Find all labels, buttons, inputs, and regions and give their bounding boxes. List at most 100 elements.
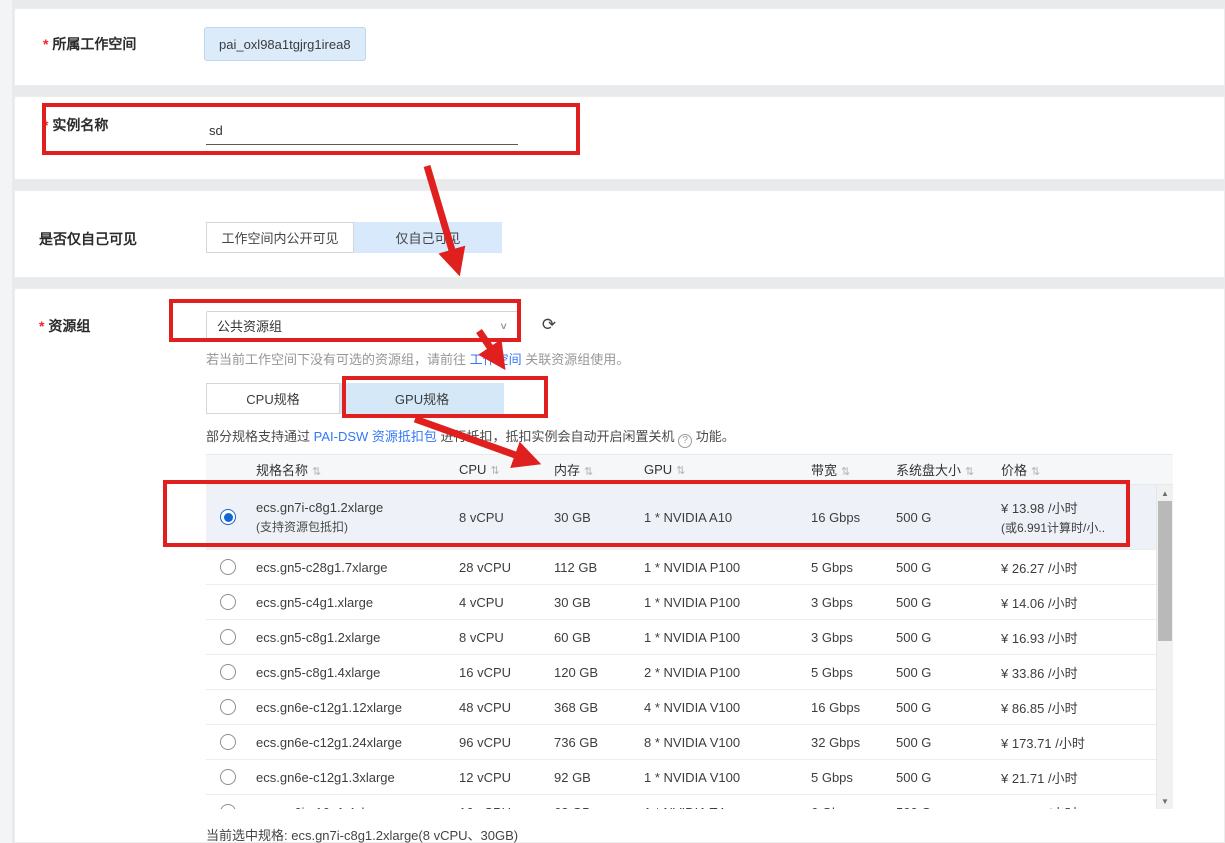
spec-type-tabs: CPU规格 GPU规格: [206, 383, 504, 414]
cell-bandwidth: 5 Gbps: [811, 770, 896, 785]
spec-name-note: (支持资源包抵扣): [256, 518, 453, 535]
table-row[interactable]: ecs.gn5-c8g1.2xlarge 8 vCPU 60 GB 1 * NV…: [206, 620, 1173, 655]
table-row[interactable]: ecs.gn6e-c12g1.24xlarge 96 vCPU 736 GB 8…: [206, 725, 1173, 760]
cell-disk: 500 G: [896, 770, 1001, 785]
radio-unselected[interactable]: [220, 734, 236, 750]
cell-memory: 92 GB: [554, 770, 644, 785]
scrollbar-thumb[interactable]: [1158, 501, 1172, 641]
table-row[interactable]: ecs.gn5-c8g1.4xlarge 16 vCPU 120 GB 2 * …: [206, 655, 1173, 690]
sort-icon[interactable]: ⇅: [676, 465, 685, 477]
table-row[interactable]: ecs.gn5-c28g1.7xlarge 28 vCPU 112 GB 1 *…: [206, 550, 1173, 585]
cell-bandwidth: 3 Gbps: [811, 630, 896, 645]
cell-bandwidth: 32 Gbps: [811, 735, 896, 750]
cell-gpu: 1 * NVIDIA P100: [644, 630, 811, 645]
cell-disk: 500 G: [896, 630, 1001, 645]
cell-bandwidth: 5 Gbps: [811, 560, 896, 575]
spec-name: ecs.gn5-c8g1.2xlarge: [256, 630, 459, 645]
cell-gpu: 1 * NVIDIA T4: [644, 805, 811, 810]
cell-cpu: 4 vCPU: [459, 595, 554, 610]
spec-name: ecs.gn5-c4g1.xlarge: [256, 595, 459, 610]
cell-memory: 112 GB: [554, 560, 644, 575]
table-row[interactable]: ecs.gn7i-c8g1.2xlarge(支持资源包抵扣) 8 vCPU 30…: [206, 485, 1173, 550]
tab-gpu-spec[interactable]: GPU规格: [340, 383, 504, 414]
radio-unselected[interactable]: [220, 804, 236, 809]
page-left-gutter: [0, 0, 12, 843]
visibility-option-private[interactable]: 仅自己可见: [354, 222, 502, 253]
spec-name: ecs.gn6i-c16g1.4xlarge: [256, 805, 459, 810]
radio-unselected[interactable]: [220, 629, 236, 645]
cell-bandwidth: 16 Gbps: [811, 700, 896, 715]
table-row[interactable]: ecs.gn5-c4g1.xlarge 4 vCPU 30 GB 1 * NVI…: [206, 585, 1173, 620]
sort-icon[interactable]: ⇅: [965, 466, 974, 478]
cell-disk: 500 G: [896, 805, 1001, 810]
cell-disk: 500 G: [896, 510, 1001, 525]
resource-group-select[interactable]: 公共资源组 ∨: [206, 311, 519, 340]
visibility-label: 是否仅自己可见: [39, 229, 137, 249]
cell-price: ¥ 173.71 /小时: [1001, 733, 1173, 752]
cell-cpu: 16 vCPU: [459, 805, 554, 810]
spec-name: ecs.gn6e-c12g1.24xlarge: [256, 735, 459, 750]
sort-icon[interactable]: ⇅: [841, 466, 850, 478]
sort-icon[interactable]: ⇅: [312, 466, 321, 478]
sort-icon[interactable]: ⇅: [584, 466, 593, 478]
resource-package-link[interactable]: PAI-DSW 资源抵扣包: [314, 429, 437, 444]
cell-cpu: 96 vCPU: [459, 735, 554, 750]
radio-unselected[interactable]: [220, 664, 236, 680]
table-row[interactable]: ecs.gn6i-c16g1.4xlarge 16 vCPU 62 GB 1 *…: [206, 795, 1173, 809]
radio-unselected[interactable]: [220, 559, 236, 575]
table-scrollbar[interactable]: ▲ ▼: [1156, 485, 1173, 809]
section-visibility: 是否仅自己可见 工作空间内公开可见 仅自己可见: [14, 190, 1225, 278]
instance-name-input[interactable]: sd: [206, 117, 518, 145]
cell-memory: 368 GB: [554, 700, 644, 715]
refresh-icon[interactable]: ⟳: [536, 311, 562, 339]
header-gpu: GPU: [644, 462, 672, 477]
section-workspace: 所属工作空间 pai_oxl98a1tgjrg1irea8: [14, 8, 1225, 86]
sort-icon[interactable]: ⇅: [490, 465, 499, 477]
cell-disk: 500 G: [896, 735, 1001, 750]
spec-name: ecs.gn5-c28g1.7xlarge: [256, 560, 459, 575]
cell-memory: 62 GB: [554, 805, 644, 810]
cell-memory: 60 GB: [554, 630, 644, 645]
cell-memory: 30 GB: [554, 595, 644, 610]
header-bandwidth: 带宽: [811, 463, 837, 478]
visibility-option-public[interactable]: 工作空间内公开可见: [206, 222, 354, 253]
section-resource-group: 资源组 公共资源组 ∨ ⟳ 若当前工作空间下没有可选的资源组，请前往 工作空间 …: [14, 288, 1225, 843]
question-circle-icon[interactable]: ?: [678, 434, 692, 448]
scrollbar-down-icon[interactable]: ▼: [1157, 793, 1173, 809]
cell-disk: 500 G: [896, 560, 1001, 575]
cell-gpu: 1 * NVIDIA P100: [644, 595, 811, 610]
table-row[interactable]: ecs.gn6e-c12g1.12xlarge 48 vCPU 368 GB 4…: [206, 690, 1173, 725]
radio-selected[interactable]: [220, 509, 236, 525]
workspace-tag: pai_oxl98a1tgjrg1irea8: [204, 27, 366, 61]
cell-price-note: (或6.991计算时/小..: [1001, 519, 1167, 536]
cell-price: ¥ 18.05 /小时: [1001, 803, 1173, 810]
header-price: 价格: [1001, 463, 1027, 478]
tab-cpu-spec[interactable]: CPU规格: [206, 383, 340, 414]
resource-group-label: 资源组: [39, 316, 90, 336]
cell-gpu: 1 * NVIDIA A10: [644, 510, 811, 525]
header-cpu: CPU: [459, 462, 486, 477]
radio-unselected[interactable]: [220, 594, 236, 610]
table-header: 规格名称⇅ CPU⇅ 内存⇅ GPU⇅ 带宽⇅ 系统盘大小⇅ 价格⇅: [206, 455, 1173, 485]
header-system-disk: 系统盘大小: [896, 463, 961, 478]
cell-bandwidth: 5 Gbps: [811, 665, 896, 680]
workspace-link[interactable]: 工作空间: [470, 352, 522, 367]
chevron-down-icon: ∨: [499, 320, 508, 331]
sort-icon[interactable]: ⇅: [1031, 466, 1040, 478]
radio-unselected[interactable]: [220, 699, 236, 715]
note-text-suffix: 功能。: [692, 429, 735, 444]
gpu-spec-table: 规格名称⇅ CPU⇅ 内存⇅ GPU⇅ 带宽⇅ 系统盘大小⇅ 价格⇅ ecs.g…: [206, 454, 1173, 809]
hint-text-suffix: 关联资源组使用。: [522, 352, 630, 367]
radio-unselected[interactable]: [220, 769, 236, 785]
resource-group-selected-value: 公共资源组: [217, 316, 282, 335]
spec-name: ecs.gn6e-c12g1.12xlarge: [256, 700, 459, 715]
cell-memory: 30 GB: [554, 510, 644, 525]
cell-price: ¥ 16.93 /小时: [1001, 628, 1173, 647]
scrollbar-up-icon[interactable]: ▲: [1157, 485, 1173, 501]
cell-bandwidth: 3 Gbps: [811, 595, 896, 610]
table-row[interactable]: ecs.gn6e-c12g1.3xlarge 12 vCPU 92 GB 1 *…: [206, 760, 1173, 795]
cell-disk: 500 G: [896, 700, 1001, 715]
selected-spec-summary: 当前选中规格: ecs.gn7i-c8g1.2xlarge(8 vCPU、30G…: [206, 825, 518, 843]
cell-bandwidth: 6 Gbps: [811, 805, 896, 810]
header-spec-name: 规格名称: [256, 463, 308, 478]
